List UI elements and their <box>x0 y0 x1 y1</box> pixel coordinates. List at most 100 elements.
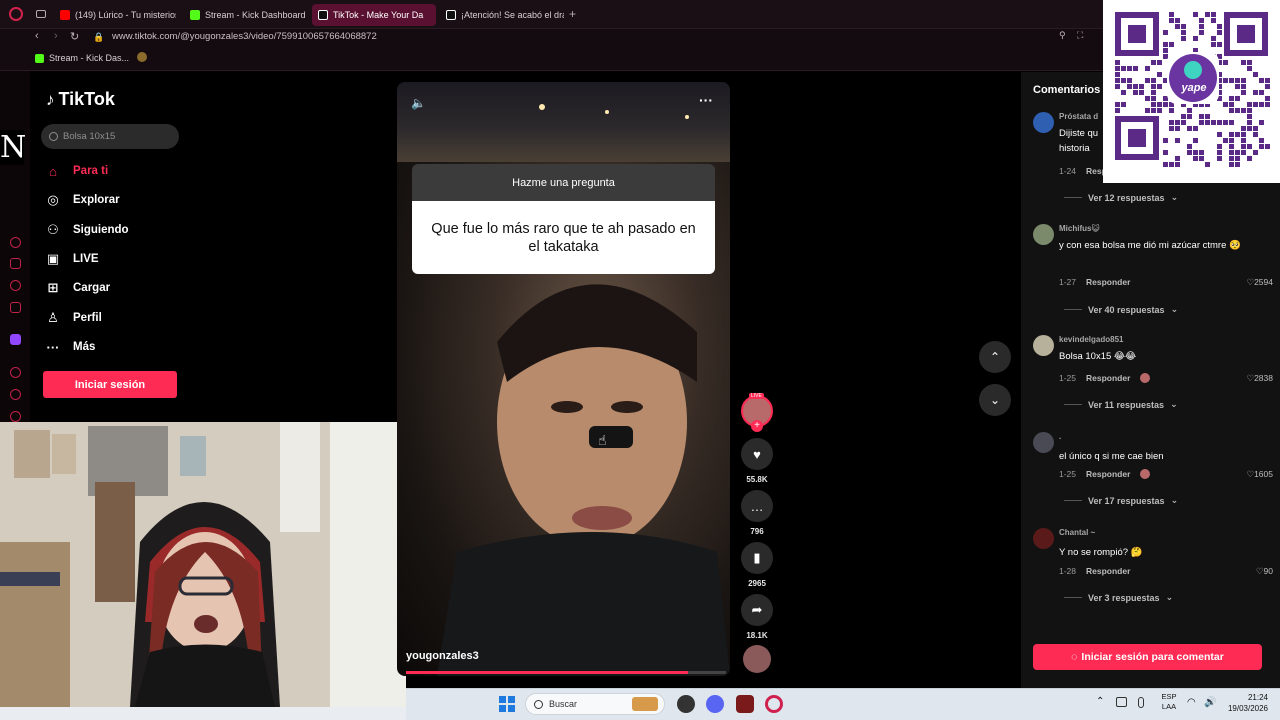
comment-likes[interactable]: ♡2838 <box>1246 373 1273 384</box>
avatar[interactable] <box>1033 112 1054 133</box>
bookmark-label: Stream - Kick Das... <box>49 53 130 63</box>
creator-avatar-live[interactable]: LIVE + <box>741 393 773 432</box>
history-icon[interactable] <box>10 237 21 248</box>
comment-login-button[interactable]: ◌ Iniciar sesión para comentar <box>1033 644 1262 670</box>
messenger-icon[interactable] <box>10 280 21 291</box>
tray-network-icon[interactable] <box>1116 697 1127 707</box>
video-options-icon[interactable]: ··· <box>699 92 713 108</box>
comment-date: 1-25 <box>1059 373 1077 383</box>
settings-icon[interactable] <box>10 411 21 422</box>
comment-likes[interactable]: ♡2594 <box>1246 277 1273 288</box>
next-video-button[interactable]: ⌄ <box>979 384 1011 416</box>
nav-label: Para ti <box>73 165 109 177</box>
view-replies-button[interactable]: Ver 40 respuestas ⌄ <box>1064 304 1178 315</box>
tray-wifi-icon[interactable]: ◠ <box>1187 697 1196 708</box>
tab-youtube[interactable]: (149) Lúrico - Tu misterios <box>54 4 176 26</box>
save-button[interactable]: ▮ 2965 <box>741 542 773 588</box>
comment-likes[interactable]: ♡90 <box>1256 566 1273 577</box>
bookmark-emoji-icon[interactable] <box>137 52 147 62</box>
avatar[interactable] <box>1033 528 1054 549</box>
mail-icon[interactable] <box>10 302 21 313</box>
comment-user[interactable]: . <box>1059 432 1061 441</box>
nav-para-ti[interactable]: ⌂ Para ti <box>45 160 108 182</box>
nav-perfil[interactable]: ♙ Perfil <box>45 307 102 329</box>
taskbar-app-discord-icon[interactable] <box>706 695 724 713</box>
screenshot-icon[interactable]: ⛶ <box>1077 30 1083 41</box>
comment-date: 1-24 <box>1059 166 1077 176</box>
pin-icon[interactable]: ⚲ <box>1059 30 1066 41</box>
bookmark-kick[interactable]: Stream - Kick Das... <box>35 53 129 63</box>
follow-plus-icon[interactable]: + <box>751 420 763 432</box>
taskbar-clock[interactable]: 21:24 19/03/2026 <box>1220 692 1268 714</box>
tab-label: (149) Lúrico - Tu misterios <box>75 10 176 20</box>
view-replies-button[interactable]: Ver 3 respuestas ⌄ <box>1064 592 1173 603</box>
tray-volume-icon[interactable]: 🔊 <box>1204 697 1216 708</box>
comment-user[interactable]: Próstata d <box>1059 112 1098 121</box>
taskbar-search[interactable]: Buscar <box>525 693 665 715</box>
login-button[interactable]: Iniciar sesión <box>43 371 177 398</box>
reply-button[interactable]: Responder <box>1086 566 1130 576</box>
nav-cargar[interactable]: ⊞ Cargar <box>45 277 111 299</box>
clock-icon[interactable] <box>10 389 21 400</box>
taskbar-app-opera-icon[interactable] <box>765 695 783 713</box>
previous-video-button[interactable]: ⌃ <box>979 341 1011 373</box>
view-replies-button[interactable]: Ver 17 respuestas ⌄ <box>1064 495 1178 506</box>
nav-live[interactable]: ▣ LIVE <box>45 248 99 270</box>
browser-menu-icon[interactable] <box>9 7 23 21</box>
tab-kick[interactable]: Stream - Kick Dashboard <box>184 4 308 26</box>
forward-icon[interactable]: › <box>54 30 58 42</box>
reply-button[interactable]: Responder <box>1086 277 1130 287</box>
view-replies-button[interactable]: Ver 11 respuestas ⌄ <box>1064 399 1178 410</box>
share-button[interactable]: ➦ 18.1K <box>741 594 773 640</box>
video-username[interactable]: yougonzales3 <box>406 650 479 662</box>
reply-button[interactable]: Responder <box>1086 373 1130 383</box>
nav-label: Perfil <box>73 312 102 324</box>
bag-icon[interactable] <box>10 258 21 269</box>
twitch-icon[interactable] <box>10 334 21 345</box>
more-icon: ··· <box>46 339 60 355</box>
lock-icon: 🔒 <box>93 32 105 42</box>
tiktok-logo[interactable]: ♪ TikTok <box>46 89 115 110</box>
tray-language[interactable]: ESP LAA <box>1159 692 1179 712</box>
view-replies-button[interactable]: Ver 12 respuestas ⌄ <box>1064 192 1178 203</box>
comment-user[interactable]: Michifus😺 <box>1059 224 1100 233</box>
tab-overview-icon[interactable] <box>36 10 46 18</box>
comment-likes[interactable]: ♡1605 <box>1246 469 1273 480</box>
reload-icon[interactable]: ↻ <box>70 30 79 43</box>
tab-tiktok-2[interactable]: ¡Atención! Se acabó el dra <box>440 4 564 26</box>
search-input[interactable]: Bolsa 10x15 <box>41 124 179 149</box>
taskbar-app-pinwheel-icon[interactable] <box>677 695 695 713</box>
avatar[interactable] <box>1033 432 1054 453</box>
comment-item: . el único q si me cae bien 1-25 Respond… <box>1033 432 1273 522</box>
comment-bubble-icon: ◌ <box>1071 651 1078 663</box>
tray-chevron-icon[interactable]: ⌃ <box>1096 696 1104 707</box>
yape-qr-code: yape <box>1103 0 1280 183</box>
comment-item: Chantal ~ Y no se rompió? 🤔 1-28 Respond… <box>1033 528 1273 618</box>
comment-user[interactable]: Chantal ~ <box>1059 528 1095 537</box>
comment-text: el único q si me cae bien <box>1059 451 1164 462</box>
share-count: 18.1K <box>746 631 768 640</box>
player-icon[interactable] <box>10 367 21 378</box>
comment-user[interactable]: kevindelgado851 <box>1059 335 1123 344</box>
music-disc[interactable] <box>741 645 773 673</box>
nav-explorar[interactable]: ◎ Explorar <box>45 189 119 211</box>
heart-icon: ♥ <box>741 438 773 470</box>
tab-tiktok[interactable]: TikTok - Make Your Da <box>312 4 436 26</box>
like-button[interactable]: ♥ 55.8K <box>741 438 773 484</box>
comment-button[interactable]: … 796 <box>741 490 773 536</box>
reply-button[interactable]: Responder <box>1086 469 1130 479</box>
url-field[interactable]: www.tiktok.com/@yougonzales3/video/75991… <box>112 31 377 42</box>
volume-icon[interactable]: 🔈 <box>411 96 426 110</box>
back-icon[interactable]: ‹ <box>35 30 39 42</box>
chevron-down-icon: ⌄ <box>1170 192 1179 202</box>
video-progress-bar[interactable] <box>406 671 726 674</box>
tray-mic-icon[interactable] <box>1138 697 1144 708</box>
nav-mas[interactable]: ··· Más <box>45 336 96 358</box>
nav-siguiendo[interactable]: ⚇ Siguiendo <box>45 219 128 241</box>
upload-icon: ⊞ <box>47 280 59 295</box>
new-tab-icon[interactable]: + <box>569 7 576 21</box>
taskbar-app-editor-icon[interactable] <box>736 695 754 713</box>
start-icon[interactable] <box>499 696 515 712</box>
avatar[interactable] <box>1033 335 1054 356</box>
avatar[interactable] <box>1033 224 1054 245</box>
